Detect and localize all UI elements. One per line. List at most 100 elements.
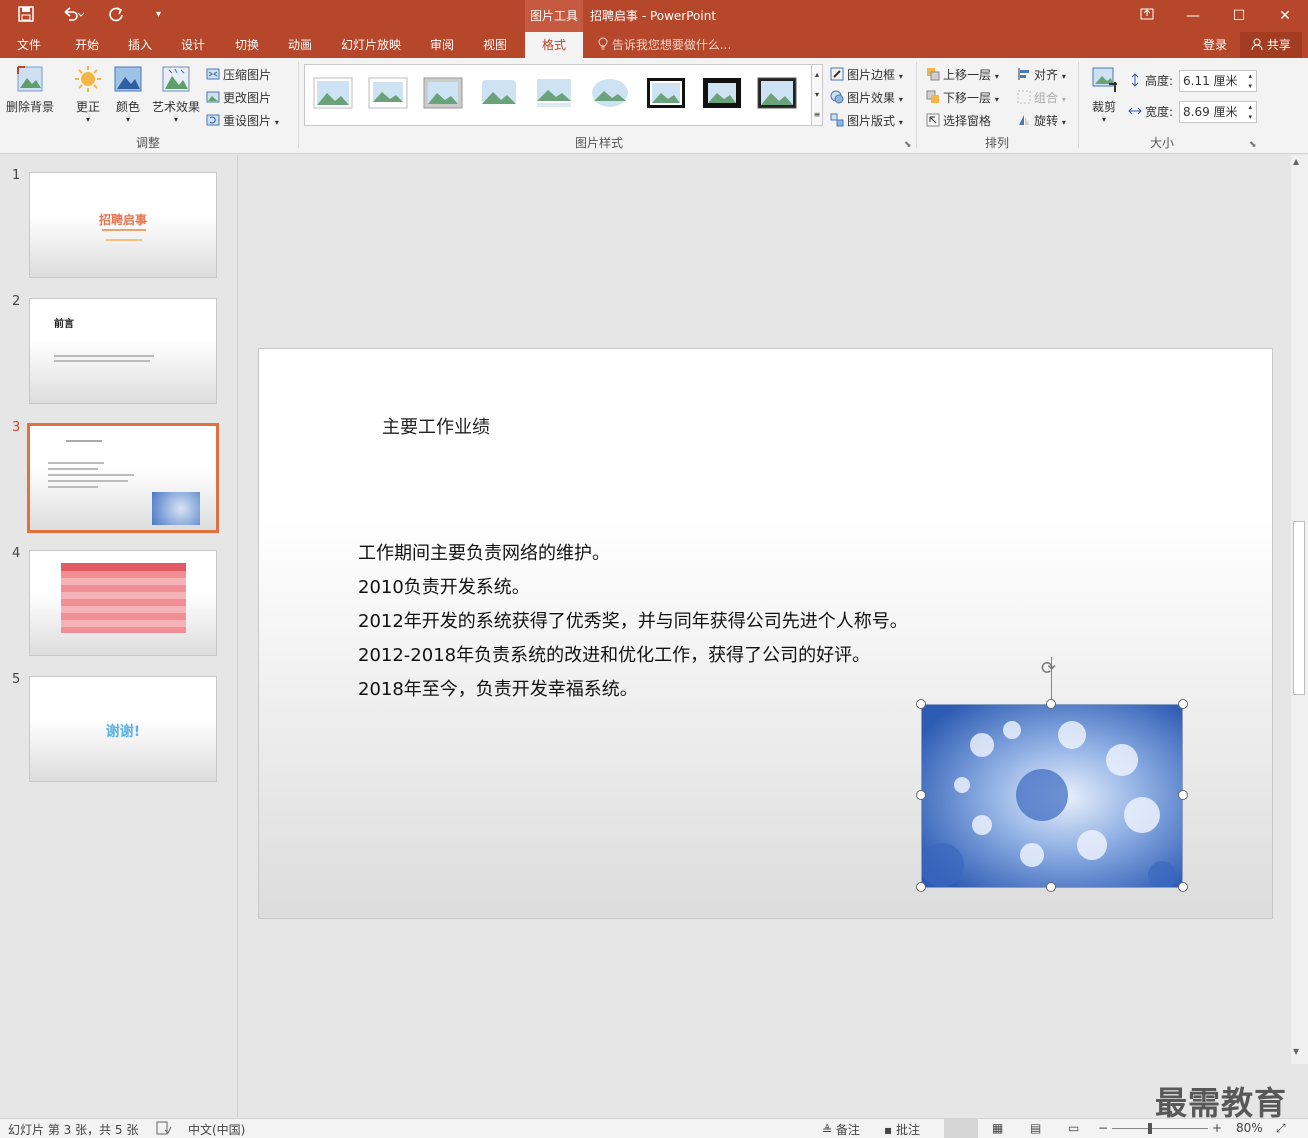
body-line[interactable]: 2018年至今，负责开发幸福系统。 (358, 675, 638, 701)
reset-picture-button[interactable]: 重设图片 ▾ (206, 112, 279, 129)
rotate-button[interactable]: 旋转 ▾ (1017, 112, 1066, 129)
slide-title[interactable]: 主要工作业绩 (382, 413, 490, 439)
style-thumb[interactable] (646, 77, 686, 109)
slide-thumbnail-2[interactable]: 前言 (29, 298, 217, 404)
tab-animations[interactable]: 动画 (277, 32, 323, 58)
scroll-up-icon[interactable]: ▲ (1293, 157, 1299, 166)
notes-button[interactable]: ≜ 备注 (822, 1121, 860, 1138)
current-slide[interactable]: 主要工作业绩 工作期间主要负责网络的维护。 2010负责开发系统。 2012年开… (258, 348, 1273, 919)
resize-handle[interactable] (1046, 882, 1056, 892)
style-thumb[interactable] (534, 77, 574, 109)
share-button[interactable]: 共享 (1240, 32, 1302, 58)
tell-me-box[interactable]: 告诉我您想要做什么... (598, 32, 731, 58)
style-thumb[interactable] (479, 77, 519, 109)
redo-icon[interactable] (108, 6, 124, 26)
body-line[interactable]: 2012-2018年负责系统的改进和优化工作，获得了公司的好评。 (358, 641, 870, 667)
customize-icon[interactable]: ▾ (156, 9, 161, 20)
vertical-scrollbar[interactable]: ▲ ▼ (1291, 155, 1308, 1064)
comments-button[interactable]: ▪ 批注 (884, 1121, 920, 1138)
resize-handle[interactable] (916, 882, 926, 892)
body-line[interactable]: 2010负责开发系统。 (358, 573, 530, 599)
thumb-title: 谢谢! (105, 724, 141, 740)
tab-view[interactable]: 视图 (472, 32, 518, 58)
compress-pictures-button[interactable]: 压缩图片 (206, 66, 271, 83)
style-thumb[interactable] (368, 77, 408, 109)
tab-file[interactable]: 文件 (6, 32, 52, 58)
slide-thumbnail-1[interactable]: 招聘启事 (29, 172, 217, 278)
tab-insert[interactable]: 插入 (117, 32, 163, 58)
body-line[interactable]: 工作期间主要负责网络的维护。 (358, 539, 610, 565)
rotate-handle-icon[interactable]: ⟳ (1041, 658, 1056, 679)
zoom-out-icon[interactable]: − (1098, 1121, 1108, 1135)
resize-handle[interactable] (916, 699, 926, 709)
spellcheck-icon[interactable] (156, 1121, 172, 1138)
reading-view-icon[interactable]: ▤ (1030, 1121, 1041, 1135)
tab-slideshow[interactable]: 幻灯片放映 (334, 32, 408, 58)
tab-design[interactable]: 设计 (170, 32, 216, 58)
minimize-icon[interactable]: — (1170, 0, 1216, 32)
undo-icon[interactable] (62, 6, 85, 26)
remove-background-button[interactable]: 删除背景 (4, 64, 56, 115)
size-launcher-icon[interactable]: ⬊ (1249, 140, 1257, 150)
picture-styles-gallery[interactable] (304, 64, 812, 126)
scroll-thumb[interactable] (1293, 521, 1305, 695)
height-spinner-icon[interactable]: ▴ ▾ (1248, 71, 1252, 91)
slideshow-view-icon[interactable]: ▭ (1068, 1121, 1079, 1135)
normal-view-icon[interactable] (944, 1119, 978, 1138)
change-picture-button[interactable]: 更改图片 (206, 89, 271, 106)
reset-dropdown-icon[interactable]: ▾ (275, 118, 279, 127)
picture-border-button[interactable]: 图片边框 ▾ (830, 66, 903, 83)
layout-icon (830, 113, 844, 127)
style-thumb[interactable] (702, 77, 742, 109)
align-button[interactable]: 对齐 ▾ (1017, 66, 1066, 83)
style-thumb[interactable] (757, 77, 797, 109)
artistic-effects-button[interactable]: 艺术效果 ▾ (150, 64, 202, 124)
height-input[interactable]: 6.11 厘米 ▴ ▾ (1179, 70, 1257, 92)
corrections-button[interactable]: 更正 ▾ (68, 64, 108, 124)
tab-home[interactable]: 开始 (64, 32, 110, 58)
tab-transitions[interactable]: 切换 (224, 32, 270, 58)
width-input[interactable]: 8.69 厘米 ▴ ▾ (1179, 101, 1257, 123)
width-icon (1128, 104, 1142, 118)
zoom-slider-thumb[interactable] (1148, 1123, 1152, 1134)
send-backward-button[interactable]: 下移一层 ▾ (926, 89, 999, 106)
remove-background-label: 删除背景 (5, 100, 54, 114)
picture-layout-button[interactable]: 图片版式 ▾ (830, 112, 903, 129)
slide-sorter-icon[interactable]: ▦ (992, 1121, 1003, 1135)
selection-pane-button[interactable]: 选择窗格 (926, 112, 991, 129)
picture-effects-button[interactable]: 图片效果 ▾ (830, 89, 903, 106)
login-link[interactable]: 登录 (1203, 32, 1227, 58)
save-icon[interactable] (18, 6, 34, 26)
style-thumb[interactable] (590, 77, 630, 109)
tab-format[interactable]: 格式 (525, 32, 583, 58)
gallery-scroll[interactable]: ▴ ▾ ≡ (811, 64, 823, 126)
resize-handle[interactable] (916, 790, 926, 800)
resize-handle[interactable] (1046, 699, 1056, 709)
language-indicator[interactable]: 中文(中国) (188, 1121, 245, 1138)
maximize-icon[interactable]: ☐ (1216, 0, 1262, 32)
slide-thumbnail-3[interactable] (27, 423, 219, 533)
slide-number: 5 (12, 672, 21, 687)
close-icon[interactable]: ✕ (1262, 0, 1308, 32)
resize-handle[interactable] (1178, 699, 1188, 709)
resize-handle[interactable] (1178, 882, 1188, 892)
restore-ribbon-icon[interactable] (1124, 0, 1170, 32)
resize-handle[interactable] (1178, 790, 1188, 800)
styles-launcher-icon[interactable]: ⬊ (904, 140, 912, 150)
notes-label: 备注 (835, 1123, 860, 1137)
bring-forward-icon (926, 67, 940, 81)
crop-button[interactable]: 裁剪 ▾ (1086, 64, 1122, 124)
color-button[interactable]: 颜色 ▾ (110, 64, 146, 124)
width-spinner-icon[interactable]: ▴ ▾ (1248, 102, 1252, 122)
slide-thumbnail-4[interactable] (29, 550, 217, 656)
tab-review[interactable]: 审阅 (419, 32, 465, 58)
selected-picture[interactable] (921, 704, 1183, 888)
slide-thumbnail-5[interactable]: 谢谢! (29, 676, 217, 782)
scroll-down-icon[interactable]: ▼ (1293, 1047, 1299, 1056)
group-button[interactable]: 组合 ▾ (1017, 89, 1066, 106)
body-line[interactable]: 2012年开发的系统获得了优秀奖，并与同年获得公司先进个人称号。 (358, 607, 908, 633)
bring-forward-button[interactable]: 上移一层 ▾ (926, 66, 999, 83)
zoom-slider-track[interactable] (1112, 1128, 1208, 1129)
style-thumb[interactable] (313, 77, 353, 109)
style-thumb[interactable] (423, 77, 463, 109)
